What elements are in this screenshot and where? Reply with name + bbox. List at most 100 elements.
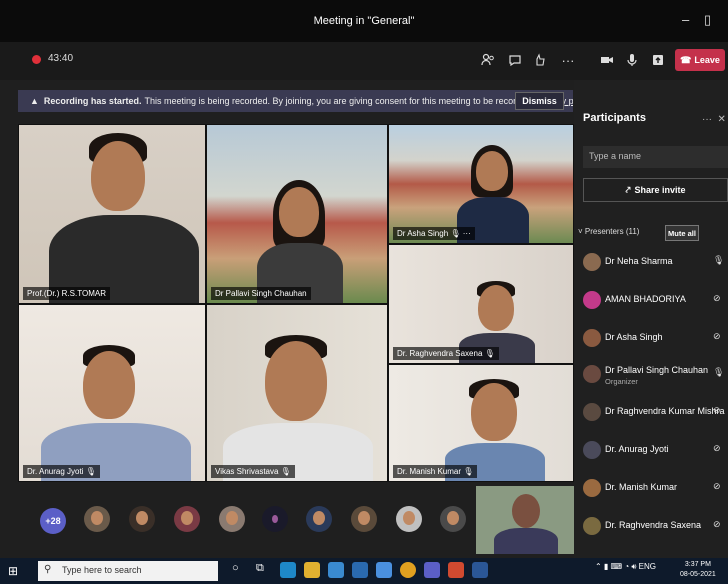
participant-name: Dr Neha Sharma bbox=[605, 256, 673, 266]
powerpoint-icon[interactable] bbox=[448, 562, 464, 578]
mic-off-icon: ⊘ bbox=[713, 293, 721, 303]
banner-bold: Recording has started. bbox=[43, 96, 142, 106]
word-icon[interactable] bbox=[472, 562, 488, 578]
participant-avatar[interactable] bbox=[351, 506, 377, 532]
participant-search-input[interactable]: Type a name bbox=[583, 146, 728, 168]
more-participants-button[interactable]: +28 bbox=[40, 508, 66, 534]
participant-row[interactable]: Dr Asha Singh ⊘ bbox=[583, 324, 728, 360]
participant-name: Dr. Raghvendra Saxena bbox=[605, 520, 702, 530]
participants-icon[interactable] bbox=[478, 50, 498, 70]
participant-name-label: Dr Asha Singh 🎙︎ ··· bbox=[393, 227, 475, 240]
clock[interactable]: 3:37 PM 08-05-2021 bbox=[680, 560, 716, 580]
avatar bbox=[583, 517, 601, 535]
participant-name-label: Dr. Manish Kumar 🎙︎ bbox=[393, 465, 478, 478]
store-icon[interactable] bbox=[328, 562, 344, 578]
participant-name: Dr Asha Singh bbox=[605, 332, 663, 342]
mic-off-icon: ⊘ bbox=[713, 519, 721, 529]
share-invite-button[interactable]: ⤤ Share invite bbox=[583, 178, 728, 202]
participant-avatar[interactable] bbox=[262, 506, 288, 532]
chat-icon[interactable] bbox=[505, 50, 525, 70]
share-icon[interactable] bbox=[648, 50, 668, 70]
clock-date: 08-05-2021 bbox=[680, 571, 716, 578]
participant-row[interactable]: Dr Neha Sharma 🎙︎ bbox=[583, 248, 728, 284]
call-toolbar bbox=[0, 42, 728, 80]
minimize-icon[interactable]: – bbox=[682, 12, 689, 27]
avatar bbox=[583, 329, 601, 347]
participant-name-label: Dr. Anurag Jyoti 🎙︎ bbox=[23, 465, 100, 478]
system-tray[interactable]: ⌃ ▮ ⌨ ◔ 🔊︎ ENG bbox=[595, 562, 656, 572]
leave-button[interactable]: ☎ Leave bbox=[675, 49, 725, 71]
participant-name: AMAN BHADORIYA bbox=[605, 294, 686, 304]
edge-icon[interactable] bbox=[280, 562, 296, 578]
title-bar: Meeting in "General" – ▯ bbox=[0, 0, 728, 42]
hangup-icon: ☎ bbox=[680, 54, 692, 65]
mute-all-button[interactable]: Mute all bbox=[665, 225, 699, 241]
video-tile[interactable]: Dr Pallavi Singh Chauhan bbox=[206, 124, 388, 304]
video-tile[interactable]: Vikas Shrivastava 🎙︎ bbox=[206, 304, 388, 482]
share-link-icon: ⤤ bbox=[625, 184, 631, 195]
taskbar-search-input[interactable]: ⚲ Type here to search bbox=[38, 561, 218, 581]
dismiss-button[interactable]: Dismiss bbox=[515, 92, 564, 110]
chrome-icon[interactable] bbox=[400, 562, 416, 578]
avatar bbox=[583, 479, 601, 497]
participant-row[interactable]: Dr Pallavi Singh Chauhan Organizer 🎙︎ bbox=[583, 360, 728, 396]
participant-avatar[interactable] bbox=[396, 506, 422, 532]
participant-name: Dr Raghvendra Kumar Mishra bbox=[605, 406, 725, 416]
participants-title: Participants bbox=[583, 112, 646, 124]
participant-row[interactable]: Dr. Raghvendra Saxena ⊘ bbox=[583, 512, 728, 548]
participant-row[interactable]: AMAN BHADORIYA ⊘ bbox=[583, 286, 728, 322]
windows-start-icon[interactable]: ⊞ bbox=[8, 564, 18, 578]
panel-more-icon[interactable]: ··· ✕ bbox=[702, 114, 726, 125]
mail-icon[interactable] bbox=[352, 562, 368, 578]
participant-avatar[interactable] bbox=[129, 506, 155, 532]
app-icon[interactable] bbox=[376, 562, 392, 578]
participant-avatar[interactable] bbox=[306, 506, 332, 532]
participant-name-label: Vikas Shrivastava 🎙︎ bbox=[211, 465, 295, 478]
presenters-label: Presenters (11) bbox=[584, 227, 640, 236]
mic-off-icon: ⊘ bbox=[713, 331, 721, 341]
participant-row[interactable]: Dr. Manish Kumar ⊘ bbox=[583, 474, 728, 510]
file-explorer-icon[interactable] bbox=[304, 562, 320, 578]
video-grid: Prof.(Dr.) R.S.TOMAR Dr Pallavi Singh Ch… bbox=[18, 124, 574, 482]
more-icon[interactable]: ··· bbox=[558, 50, 578, 70]
participant-name-label: Dr. Raghvendra Saxena 🎙︎ bbox=[393, 347, 499, 360]
video-tile[interactable]: Dr. Manish Kumar 🎙︎ bbox=[388, 364, 574, 482]
mic-on-icon: 🎙︎ bbox=[713, 255, 725, 265]
participant-row[interactable]: Dr. Anurag Jyoti ⊘ bbox=[583, 436, 728, 472]
participant-avatar[interactable] bbox=[84, 506, 110, 532]
reactions-icon[interactable] bbox=[530, 50, 550, 70]
camera-icon[interactable] bbox=[597, 50, 617, 70]
warning-icon: ▲ bbox=[30, 96, 39, 106]
avatar bbox=[583, 441, 601, 459]
participant-avatar[interactable] bbox=[174, 506, 200, 532]
participant-name-label: Prof.(Dr.) R.S.TOMAR bbox=[23, 287, 110, 300]
video-tile[interactable]: Prof.(Dr.) R.S.TOMAR bbox=[18, 124, 206, 304]
avatar bbox=[583, 365, 601, 383]
search-icon: ⚲ bbox=[44, 564, 52, 575]
task-view-icon[interactable]: ⧉ bbox=[256, 562, 272, 578]
participant-name: Dr. Manish Kumar bbox=[605, 482, 678, 492]
video-tile[interactable]: Dr. Anurag Jyoti 🎙︎ bbox=[18, 304, 206, 482]
taskbar-search-placeholder: Type here to search bbox=[62, 565, 142, 575]
mic-icon[interactable] bbox=[622, 50, 642, 70]
leave-label: Leave bbox=[694, 55, 720, 65]
video-tile[interactable]: Dr Asha Singh 🎙︎ ··· bbox=[388, 124, 574, 244]
avatar bbox=[583, 253, 601, 271]
avatar bbox=[583, 291, 601, 309]
video-tile[interactable]: Dr. Raghvendra Saxena 🎙︎ bbox=[388, 244, 574, 364]
self-view-video[interactable] bbox=[476, 486, 574, 554]
cortana-icon[interactable]: ○ bbox=[232, 562, 248, 578]
teams-icon[interactable] bbox=[424, 562, 440, 578]
participant-name-label: Dr Pallavi Singh Chauhan bbox=[211, 287, 311, 300]
call-timer: 43:40 bbox=[48, 53, 74, 64]
presenters-header[interactable]: ˅ Presenters (11) bbox=[578, 227, 639, 236]
share-invite-label: Share invite bbox=[634, 185, 686, 195]
participant-avatar[interactable] bbox=[219, 506, 245, 532]
restore-icon[interactable]: ▯ bbox=[704, 12, 711, 28]
mic-off-icon: ⊘ bbox=[713, 405, 721, 415]
mic-on-icon: 🎙︎ bbox=[713, 367, 725, 377]
avatar bbox=[583, 403, 601, 421]
window-title: Meeting in "General" bbox=[313, 15, 415, 27]
participant-row[interactable]: Dr Raghvendra Kumar Mishra ⊘ bbox=[583, 398, 728, 434]
participant-avatar[interactable] bbox=[440, 506, 466, 532]
